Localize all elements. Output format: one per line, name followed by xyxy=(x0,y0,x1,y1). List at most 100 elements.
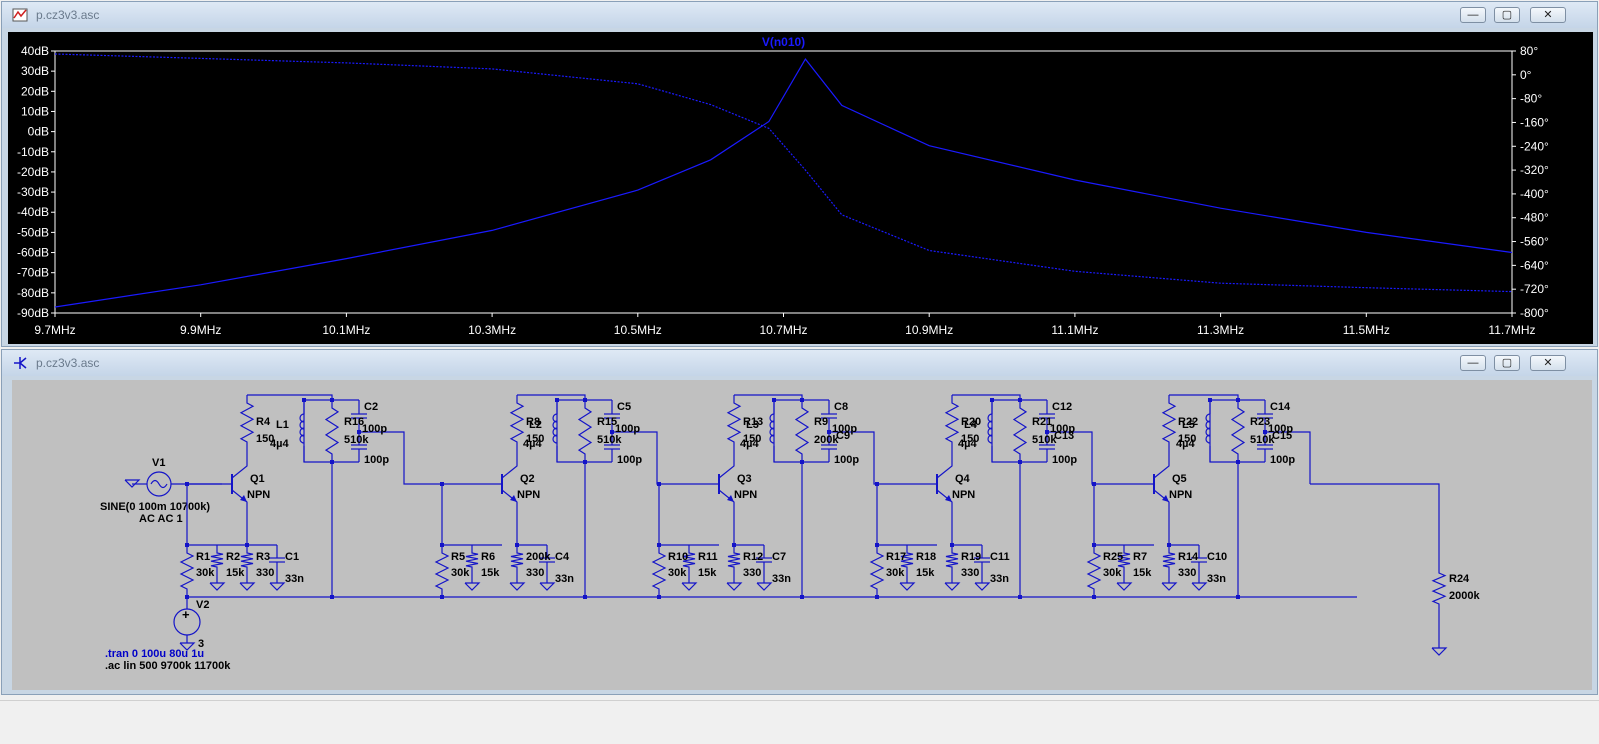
component-label: R1 xyxy=(196,551,210,563)
y-tick-label: -50dB xyxy=(17,225,49,239)
component-label: 15k xyxy=(481,567,500,579)
x-tick-label: 10.5MHz xyxy=(614,323,662,337)
component-label: L4 xyxy=(964,419,978,431)
wire xyxy=(304,400,332,462)
component-label: 30k xyxy=(668,567,687,579)
component-label: R9 xyxy=(814,416,828,428)
waveform-maximize-button[interactable]: ▢ xyxy=(1494,7,1520,23)
component-label: 15k xyxy=(698,567,717,579)
collector-lead xyxy=(719,450,734,478)
y2-tick-label: -160° xyxy=(1520,115,1549,129)
magnitude-trace xyxy=(55,59,1512,307)
schematic-minimize-button[interactable]: — xyxy=(1460,355,1486,371)
schematic-canvas[interactable]: V1SINE(0 100m 10700k)AC AC 1+V23.tran 0 … xyxy=(12,380,1592,690)
junction xyxy=(1236,595,1240,599)
ground-symbol xyxy=(1117,583,1131,590)
tank-resistor xyxy=(796,400,808,462)
bias-resistor xyxy=(871,545,883,597)
emitter-arrow xyxy=(240,495,247,502)
component-label: V1 xyxy=(152,457,165,469)
component-label: Q1 xyxy=(250,473,265,485)
component-label: R10 xyxy=(668,551,688,563)
collector-lead xyxy=(232,450,247,478)
x-tick-label: 9.9MHz xyxy=(180,323,221,337)
bias-resistor xyxy=(181,545,193,597)
junction xyxy=(772,398,776,402)
component-label: C9 xyxy=(836,430,850,442)
waveform-plot-panel[interactable]: 40dB30dB20dB10dB0dB-10dB-20dB-30dB-40dB-… xyxy=(8,32,1593,344)
y-tick-label: 0dB xyxy=(28,125,49,139)
ground-symbol xyxy=(945,583,959,590)
component-label: C11 xyxy=(990,551,1010,563)
component-label: 330 xyxy=(256,567,274,579)
component-label: 100p xyxy=(617,454,642,466)
schematic-close-button[interactable]: ✕ xyxy=(1530,355,1566,371)
component-label: 15k xyxy=(1133,567,1152,579)
ground-symbol xyxy=(975,583,989,590)
component-label: NPN xyxy=(734,489,757,501)
ground-symbol xyxy=(540,583,554,590)
ground-symbol xyxy=(757,583,771,590)
y2-tick-label: -240° xyxy=(1520,139,1549,153)
schematic-drawing[interactable]: V1SINE(0 100m 10700k)AC AC 1+V23.tran 0 … xyxy=(12,380,1592,690)
x-tick-label: 11.7MHz xyxy=(1488,323,1535,337)
bode-plot[interactable]: 40dB30dB20dB10dB0dB-10dB-20dB-30dB-40dB-… xyxy=(8,32,1593,344)
y2-tick-label: -80° xyxy=(1520,92,1542,106)
component-label: R24 xyxy=(1449,573,1470,585)
component-label: 100p xyxy=(362,423,387,435)
junction xyxy=(990,398,994,402)
waveform-window: p.cz3v3.asc — ▢ ✕ 40dB30dB20dB10dB0dB-10… xyxy=(1,1,1598,347)
emitter-resistor xyxy=(511,545,523,575)
component-label: + xyxy=(182,607,190,622)
component-label: 30k xyxy=(196,567,215,579)
component-label: Q2 xyxy=(520,473,535,485)
component-label: 2000k xyxy=(1449,590,1480,602)
component-label: R25 xyxy=(1103,551,1123,563)
junction xyxy=(1208,398,1212,402)
emitter-arrow xyxy=(727,495,734,502)
component-label: 510k xyxy=(597,434,622,446)
status-bar xyxy=(0,700,1599,744)
schematic-maximize-button[interactable]: ▢ xyxy=(1494,355,1520,371)
component-label: 100p xyxy=(1052,454,1077,466)
waveform-titlebar[interactable]: p.cz3v3.asc — ▢ ✕ xyxy=(2,2,1597,28)
y-tick-label: 40dB xyxy=(21,44,49,58)
component-label: C14 xyxy=(1270,401,1291,413)
component-label: 15k xyxy=(916,567,935,579)
trace-label: V(n010) xyxy=(762,35,805,49)
component-label: 4µ4 xyxy=(270,438,289,450)
junction xyxy=(555,398,559,402)
y2-tick-label: -400° xyxy=(1520,187,1549,201)
component-label: R17 xyxy=(886,551,906,563)
waveform-close-button[interactable]: ✕ xyxy=(1530,7,1566,23)
y2-tick-label: -560° xyxy=(1520,235,1549,249)
junction xyxy=(583,595,587,599)
junction xyxy=(657,595,661,599)
wire xyxy=(774,400,802,462)
component-label: 4µ4 xyxy=(523,438,542,450)
component-label: R6 xyxy=(481,551,495,563)
wire xyxy=(1210,400,1238,462)
component-label: R3 xyxy=(256,551,270,563)
component-label: Q5 xyxy=(1172,473,1187,485)
x-tick-label: 11.1MHz xyxy=(1051,323,1098,337)
junction xyxy=(875,595,879,599)
ground-symbol xyxy=(210,583,224,590)
y2-tick-label: -720° xyxy=(1520,282,1549,296)
component-label: NPN xyxy=(1169,489,1192,501)
collector-resistor xyxy=(946,395,958,450)
schematic-titlebar[interactable]: p.cz3v3.asc — ▢ ✕ xyxy=(2,350,1597,376)
wire xyxy=(992,400,1020,462)
waveform-minimize-button[interactable]: — xyxy=(1460,7,1486,23)
ground-symbol xyxy=(1432,648,1446,655)
component-label: 100p xyxy=(615,423,640,435)
waveform-app-icon xyxy=(12,7,28,23)
component-label: 200k xyxy=(526,551,551,563)
x-tick-label: 10.1MHz xyxy=(322,323,370,337)
load-resistor xyxy=(1433,565,1445,612)
component-label: SINE(0 100m 10700k) xyxy=(100,501,210,513)
collector-resistor xyxy=(511,395,523,450)
y-tick-label: -70dB xyxy=(17,266,49,280)
ground-symbol xyxy=(240,583,254,590)
y-tick-label: 20dB xyxy=(21,84,49,98)
